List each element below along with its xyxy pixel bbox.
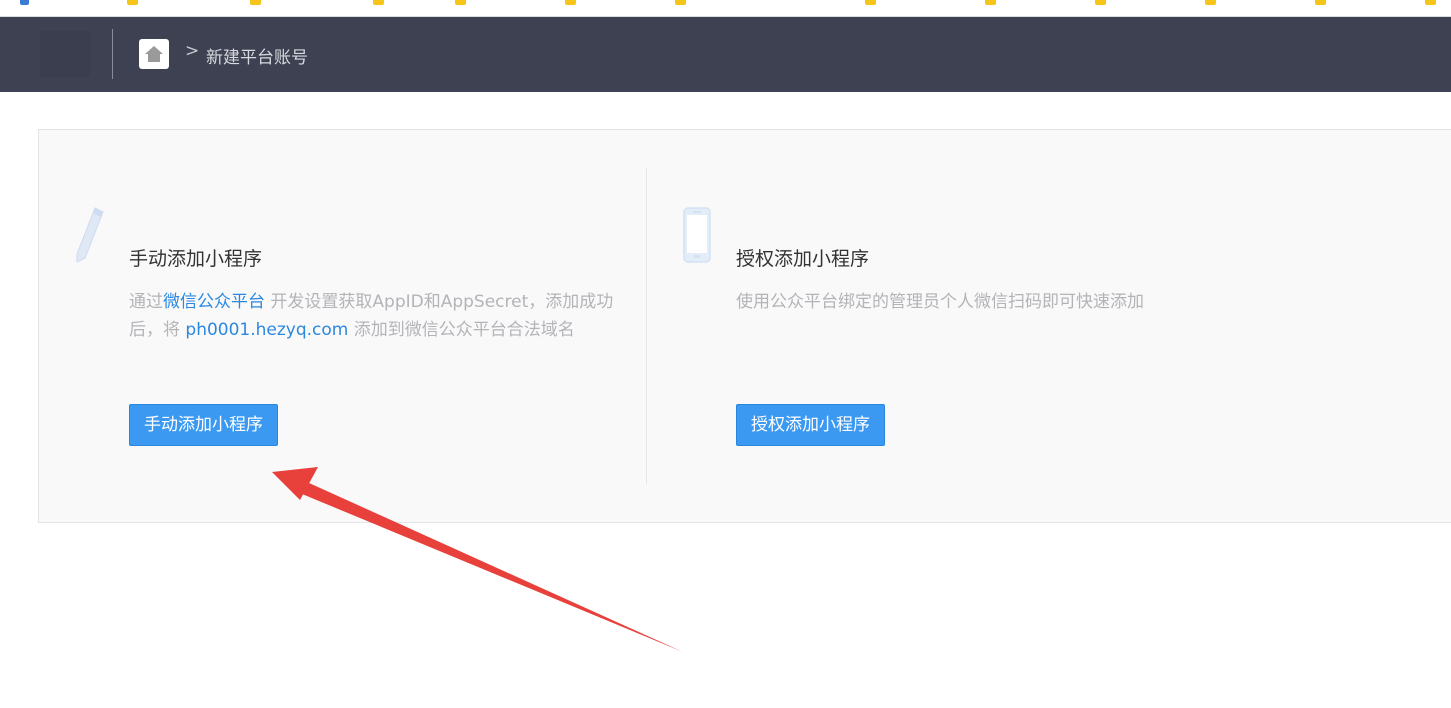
manual-card-title: 手动添加小程序 [129, 248, 263, 270]
authorize-card-title: 授权添加小程序 [736, 248, 870, 270]
bookmark-icon[interactable] [985, 0, 996, 5]
desc-text: 添加到微信公众平台合法域名 [348, 320, 575, 340]
top-navigation-bar: > 新建平台账号 [0, 17, 1451, 92]
logo[interactable] [40, 31, 90, 77]
breadcrumb-separator: > [185, 41, 200, 61]
card-divider [646, 168, 647, 484]
desc-text: 通过 [129, 292, 163, 312]
bookmark-icon[interactable] [865, 0, 876, 5]
home-icon [145, 46, 163, 62]
divider [112, 29, 113, 79]
bookmark-icon[interactable] [1315, 0, 1326, 5]
bookmark-icon[interactable] [675, 0, 686, 5]
manual-add-button[interactable]: 手动添加小程序 [129, 404, 278, 446]
bookmark-icon[interactable] [127, 0, 138, 5]
breadcrumb-current: 新建平台账号 [206, 48, 308, 68]
bookmark-icon[interactable] [20, 0, 29, 5]
bookmark-icon[interactable] [1095, 0, 1106, 5]
manual-card-description: 通过微信公众平台 开发设置获取AppID和AppSecret，添加成功后，将 p… [129, 288, 619, 344]
bookmark-icon[interactable] [1425, 0, 1436, 5]
home-button[interactable] [139, 39, 169, 69]
domain-text: ph0001.hezyq.com [185, 320, 349, 340]
authorize-card-description: 使用公众平台绑定的管理员个人微信扫码即可快速添加 [736, 292, 1144, 312]
wechat-platform-link[interactable]: 微信公众平台 [163, 292, 265, 312]
bookmark-icon[interactable] [455, 0, 466, 5]
bookmark-icon[interactable] [373, 0, 384, 5]
pencil-icon [76, 207, 104, 263]
bookmark-icon[interactable] [1205, 0, 1216, 5]
bookmarks-bar [0, 0, 1451, 17]
authorize-add-button[interactable]: 授权添加小程序 [736, 404, 885, 446]
phone-icon [683, 207, 711, 263]
bookmark-icon[interactable] [250, 0, 261, 5]
add-miniprogram-panel: 手动添加小程序 通过微信公众平台 开发设置获取AppID和AppSecret，添… [38, 129, 1451, 523]
bookmark-icon[interactable] [565, 0, 576, 5]
